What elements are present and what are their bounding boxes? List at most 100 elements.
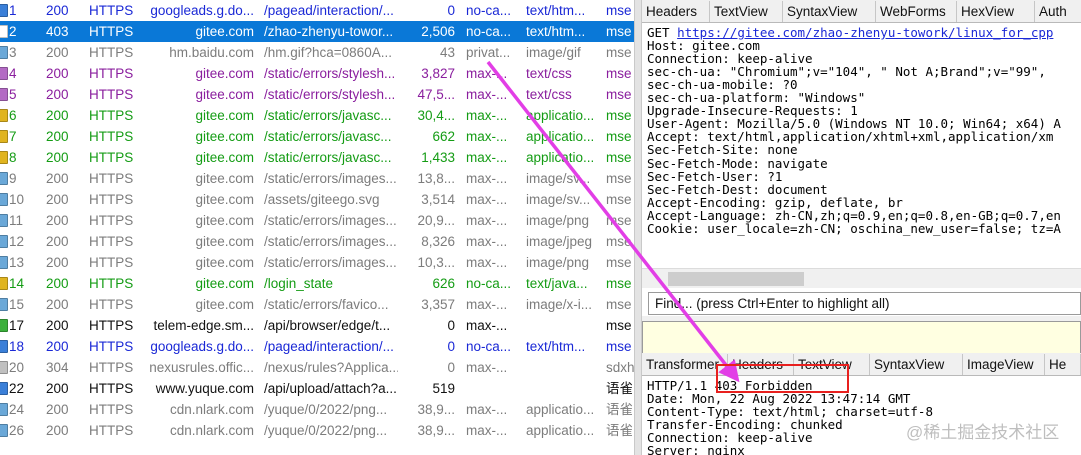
session-protocol: HTTPS xyxy=(89,108,134,123)
session-host: gitee.com xyxy=(195,192,254,207)
session-url: /static/errors/javasc... xyxy=(264,129,392,144)
session-row[interactable]: 12 200 HTTPS gitee.com/static/errors/images… xyxy=(0,231,634,252)
session-process: mse xyxy=(606,234,632,249)
session-body: 626 xyxy=(432,276,455,291)
session-content-type: applicatio... xyxy=(526,150,595,165)
session-body: 2,506 xyxy=(421,24,455,39)
session-body: 8,326 xyxy=(421,234,455,249)
session-num: 9 xyxy=(9,171,17,186)
session-body: 3,357 xyxy=(421,297,455,312)
session-caching: no-ca... xyxy=(466,24,512,39)
session-row[interactable]: 5 200 HTTPS gitee.com/static/errors/stylesh… xyxy=(0,84,634,105)
session-url: /login_state xyxy=(264,276,334,291)
session-result: 200 xyxy=(46,234,69,249)
session-caching: max-... xyxy=(466,87,508,102)
session-host: gitee.com xyxy=(195,234,254,249)
session-caching: max-... xyxy=(466,360,508,375)
image-icon xyxy=(0,399,9,420)
session-process: 语雀 xyxy=(606,381,633,396)
session-content-type xyxy=(526,315,600,336)
tab-hexview[interactable]: HexView xyxy=(957,1,1035,22)
session-num: 24 xyxy=(9,402,25,417)
request-headers-view[interactable]: GET https://gitee.com/zhao-zhenyu-towork… xyxy=(642,24,1081,268)
image-icon xyxy=(0,252,9,273)
session-process: mse xyxy=(606,108,632,123)
session-content-type: image/gif xyxy=(526,45,581,60)
session-row[interactable]: 17 200 HTTPS telem-edge.sm... /api/browser/e… xyxy=(0,315,634,336)
session-url: /hm.gif?hca=0860A... xyxy=(264,45,392,60)
tab-syntaxview[interactable]: SyntaxView xyxy=(783,1,876,22)
session-row[interactable]: 18 200 HTTPS googleads.g.do... /pagead/inter… xyxy=(0,336,634,357)
session-row[interactable]: 6 200 HTTPS gitee.com/static/errors/javasc.… xyxy=(0,105,634,126)
image-icon xyxy=(0,294,9,315)
script-icon xyxy=(0,105,9,126)
session-body: 43 xyxy=(439,45,455,60)
tab-headers[interactable]: Headers xyxy=(642,1,710,22)
session-caching: privat... xyxy=(466,45,511,60)
session-process: mse xyxy=(606,255,632,270)
session-row[interactable]: 14 200 HTTPS gitee.com/login_state 626 no-ca.… xyxy=(0,273,634,294)
session-num: 17 xyxy=(9,318,25,333)
session-content-type xyxy=(526,357,600,378)
tab-auth[interactable]: Auth xyxy=(1035,1,1081,22)
session-url: /api/browser/edge/t... xyxy=(264,318,391,333)
upload-arrow-icon xyxy=(0,315,9,336)
session-protocol: HTTPS xyxy=(89,297,134,312)
session-row[interactable]: 2 403 HTTPS gitee.com/zhao-zhenyu-towor... 2… xyxy=(0,21,634,42)
tab-webforms[interactable]: WebForms xyxy=(876,1,957,22)
css-icon xyxy=(0,63,9,84)
session-body: 3,827 xyxy=(421,66,455,81)
scrollbar-thumb[interactable] xyxy=(668,272,804,286)
tab-textview[interactable]: TextView xyxy=(710,1,783,22)
session-body: 20,9... xyxy=(417,213,455,228)
request-tab-bar: Headers TextView SyntaxView WebForms HexView… xyxy=(642,0,1081,23)
session-protocol: HTTPS xyxy=(89,276,134,291)
session-host: cdn.nlark.com xyxy=(169,423,254,438)
session-host: gitee.com xyxy=(195,255,254,270)
session-result: 200 xyxy=(46,129,69,144)
session-caching: max-... xyxy=(466,402,508,417)
session-caching: max-... xyxy=(466,171,508,186)
session-process: 语雀 xyxy=(606,423,633,438)
session-caching: no-ca... xyxy=(466,276,512,291)
session-num: 1 xyxy=(9,3,17,18)
response-headers-view[interactable]: HTTP/1.1 403 Forbidden Date: Mon, 22 Aug… xyxy=(642,376,1081,455)
session-process: mse xyxy=(606,192,632,207)
session-row[interactable]: 1 200 HTTPS googleads.g.do... /pagead/intera… xyxy=(0,0,634,21)
session-caching: max-... xyxy=(466,213,508,228)
session-protocol: HTTPS xyxy=(89,255,134,270)
session-body: 0 xyxy=(447,360,455,375)
session-row[interactable]: 26 200 HTTPS cdn.nlark.com/yuque/0/2022/png… xyxy=(0,420,634,441)
session-row[interactable]: 22 200 HTTPS www.yuque.com/api/upload/attac… xyxy=(0,378,634,399)
session-protocol: HTTPS xyxy=(89,360,134,375)
find-input[interactable]: Find... (press Ctrl+Enter to highlight a… xyxy=(648,292,1081,315)
session-result: 200 xyxy=(46,339,69,354)
session-row[interactable]: 13 200 HTTPS gitee.com/static/errors/images… xyxy=(0,252,634,273)
session-row[interactable]: 20 304 HTTPS nexusrules.offic... /nexus/rule… xyxy=(0,357,634,378)
session-process: mse xyxy=(606,3,632,18)
session-row[interactable]: 9 200 HTTPS gitee.com/static/errors/images.… xyxy=(0,168,634,189)
session-caching: max-... xyxy=(466,108,508,123)
session-result: 200 xyxy=(46,87,69,102)
request-header-line: Sec-Fetch-Dest: document xyxy=(647,181,828,197)
session-content-type: image/jpeg xyxy=(526,234,593,249)
session-result: 200 xyxy=(46,192,69,207)
session-row[interactable]: 24 200 HTTPS cdn.nlark.com/yuque/0/2022/png… xyxy=(0,399,634,420)
session-row[interactable]: 15 200 HTTPS gitee.com/static/errors/favico… xyxy=(0,294,634,315)
session-row[interactable]: 11 200 HTTPS gitee.com/static/errors/images… xyxy=(0,210,634,231)
session-row[interactable]: 4 200 HTTPS gitee.com/static/errors/stylesh… xyxy=(0,63,634,84)
tab-syntaxview[interactable]: SyntaxView xyxy=(870,354,963,375)
session-num: 4 xyxy=(9,66,17,81)
tab-imageview[interactable]: ImageView xyxy=(963,354,1045,375)
request-horizontal-scrollbar[interactable] xyxy=(642,268,1081,288)
tab-he[interactable]: He xyxy=(1045,354,1081,375)
request-header-line: Host: gitee.com xyxy=(647,38,760,54)
session-row[interactable]: 10 200 HTTPS gitee.com/assets/giteego.svg 3,… xyxy=(0,189,634,210)
session-row[interactable]: 3 200 HTTPS hm.baidu.com/hm.gif?hca=0860A..… xyxy=(0,42,634,63)
session-row[interactable]: 7 200 HTTPS gitee.com/static/errors/javasc.… xyxy=(0,126,634,147)
session-process: mse xyxy=(606,150,632,165)
pane-splitter[interactable] xyxy=(634,0,642,455)
session-row[interactable]: 8 200 HTTPS gitee.com/static/errors/javasc.… xyxy=(0,147,634,168)
session-list[interactable]: 1 200 HTTPS googleads.g.do.../pagead/intera… xyxy=(0,0,634,455)
session-caching: max-... xyxy=(466,150,508,165)
